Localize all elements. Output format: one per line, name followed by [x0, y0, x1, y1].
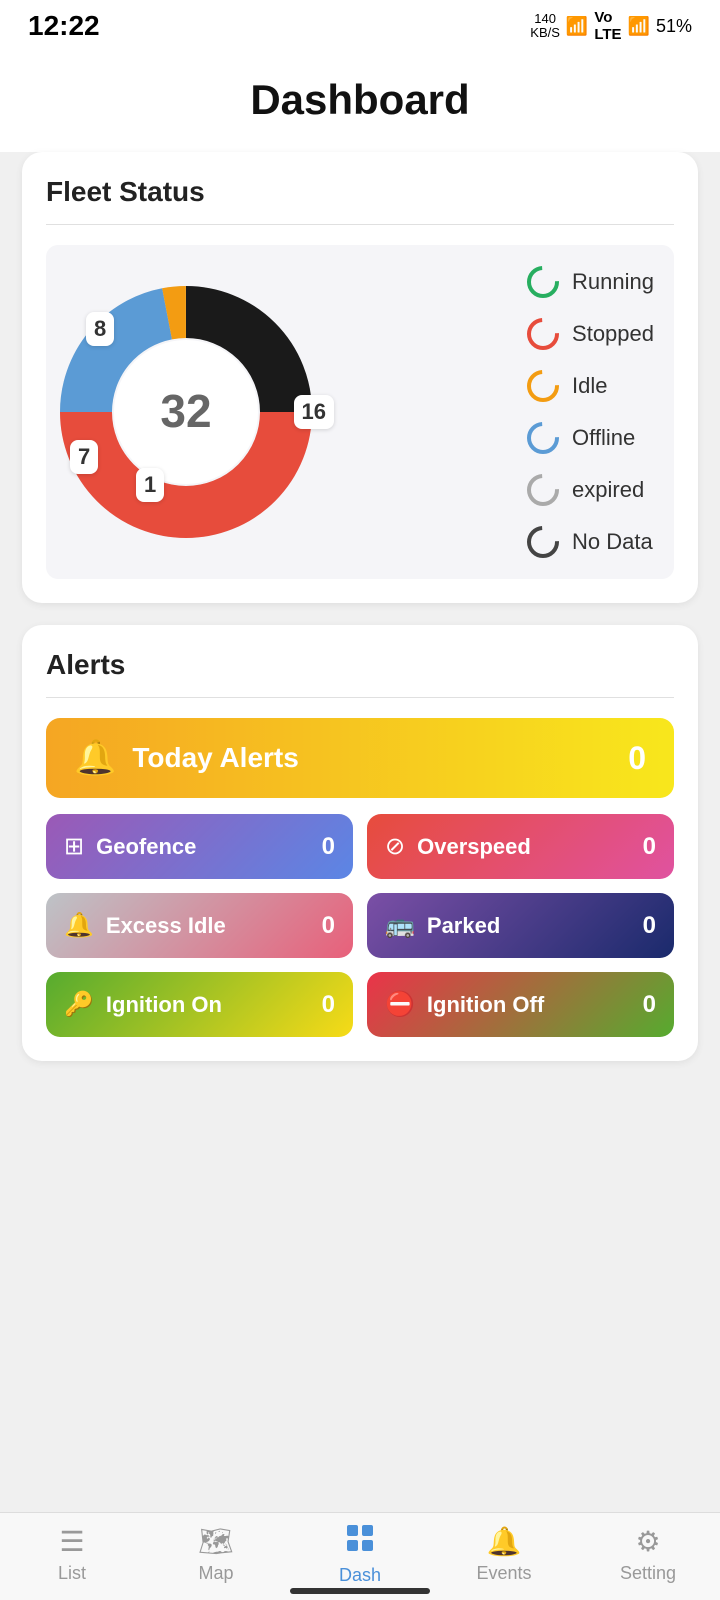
fleet-status-title: Fleet Status [46, 176, 674, 208]
running-legend-icon [526, 265, 560, 299]
battery-icon: 51% [656, 16, 692, 37]
nodata-legend-icon [526, 525, 560, 559]
list-nav-icon: ☰ [59, 1525, 84, 1558]
today-alerts-label: Today Alerts [132, 742, 298, 774]
chart-legend: Running Stopped Idle [526, 265, 664, 559]
fleet-chart-area: 32 8 16 7 1 Running [46, 245, 674, 579]
excess-idle-icon: 🔔 [64, 911, 94, 940]
nav-setting[interactable]: ⚙ Setting [598, 1525, 698, 1584]
ignition-on-count: 0 [322, 991, 335, 1019]
geofence-icon: ⊞ [64, 832, 84, 861]
bottom-nav: ☰ List 🗺 Map Dash 🔔 Events ⚙ Setting [0, 1512, 720, 1600]
ignition-off-icon: ⛔ [385, 990, 415, 1019]
ignition-off-label: Ignition Off [427, 992, 544, 1018]
excess-idle-button[interactable]: 🔔 Excess Idle 0 [46, 893, 353, 958]
segment-label-16: 16 [294, 395, 334, 429]
wifi-icon: 📶 [566, 16, 588, 37]
ignition-on-icon: 🔑 [64, 990, 94, 1019]
alerts-title: Alerts [46, 649, 674, 681]
nav-map[interactable]: 🗺 Map [166, 1525, 266, 1584]
legend-stopped-label: Stopped [572, 321, 654, 347]
ignition-off-count: 0 [643, 991, 656, 1019]
today-alerts-count: 0 [628, 740, 646, 777]
nav-events[interactable]: 🔔 Events [454, 1525, 554, 1584]
status-icons: 140KB/S 📶 VoLTE 📶 51% [530, 9, 692, 43]
segment-label-8: 8 [86, 312, 114, 346]
header: Dashboard [0, 52, 720, 152]
legend-running: Running [526, 265, 654, 299]
events-nav-icon: 🔔 [487, 1525, 522, 1558]
list-nav-label: List [58, 1563, 86, 1584]
ignition-off-button[interactable]: ⛔ Ignition Off 0 [367, 972, 674, 1037]
lte-icon: VoLTE [594, 9, 621, 43]
stopped-legend-icon [526, 317, 560, 351]
legend-running-label: Running [572, 269, 654, 295]
donut-chart: 32 8 16 7 1 [56, 282, 316, 542]
segment-label-1: 1 [136, 468, 164, 502]
overspeed-label: Overspeed [417, 834, 531, 860]
map-nav-icon: 🗺 [198, 1525, 234, 1558]
alert-grid: ⊞ Geofence 0 ⊘ Overspeed 0 🔔 Excess Idle [46, 814, 674, 1037]
home-indicator [290, 1588, 430, 1594]
expired-legend-icon [526, 473, 560, 507]
fleet-status-card: Fleet Status [22, 152, 698, 603]
parked-label: Parked [427, 913, 500, 939]
legend-offline: Offline [526, 421, 654, 455]
legend-nodata-label: No Data [572, 529, 653, 555]
today-alert-icon: 🔔 [74, 738, 116, 778]
dash-nav-icon [345, 1523, 375, 1560]
geofence-label: Geofence [96, 834, 196, 860]
geofence-button[interactable]: ⊞ Geofence 0 [46, 814, 353, 879]
overspeed-count: 0 [643, 833, 656, 861]
map-nav-label: Map [198, 1563, 233, 1584]
segment-label-7: 7 [70, 440, 98, 474]
offline-legend-icon [526, 421, 560, 455]
setting-nav-label: Setting [620, 1563, 676, 1584]
excess-idle-label: Excess Idle [106, 913, 226, 939]
legend-idle-label: Idle [572, 373, 607, 399]
signal-icon: 📶 [628, 16, 650, 37]
geofence-count: 0 [322, 833, 335, 861]
alerts-card: Alerts 🔔 Today Alerts 0 ⊞ Geofence 0 [22, 625, 698, 1061]
overspeed-icon: ⊘ [385, 832, 405, 861]
legend-expired-label: expired [572, 477, 644, 503]
dash-nav-label: Dash [339, 1565, 381, 1586]
data-speed: 140KB/S [530, 12, 560, 41]
overspeed-button[interactable]: ⊘ Overspeed 0 [367, 814, 674, 879]
legend-nodata: No Data [526, 525, 654, 559]
legend-stopped: Stopped [526, 317, 654, 351]
ignition-on-label: Ignition On [106, 992, 222, 1018]
ignition-on-button[interactable]: 🔑 Ignition On 0 [46, 972, 353, 1037]
parked-button[interactable]: 🚌 Parked 0 [367, 893, 674, 958]
today-alerts-button[interactable]: 🔔 Today Alerts 0 [46, 718, 674, 798]
legend-expired: expired [526, 473, 654, 507]
status-bar: 12:22 140KB/S 📶 VoLTE 📶 51% [0, 0, 720, 52]
idle-legend-icon [526, 369, 560, 403]
parked-count: 0 [643, 912, 656, 940]
nav-list[interactable]: ☰ List [22, 1525, 122, 1584]
legend-offline-label: Offline [572, 425, 635, 451]
parked-icon: 🚌 [385, 911, 415, 940]
events-nav-label: Events [476, 1563, 531, 1584]
legend-idle: Idle [526, 369, 654, 403]
svg-text:32: 32 [160, 385, 211, 437]
page-title: Dashboard [0, 76, 720, 124]
setting-nav-icon: ⚙ [635, 1525, 660, 1558]
main-content: Fleet Status [0, 152, 720, 1183]
nav-dash[interactable]: Dash [310, 1523, 410, 1586]
status-time: 12:22 [28, 10, 100, 42]
excess-idle-count: 0 [322, 912, 335, 940]
